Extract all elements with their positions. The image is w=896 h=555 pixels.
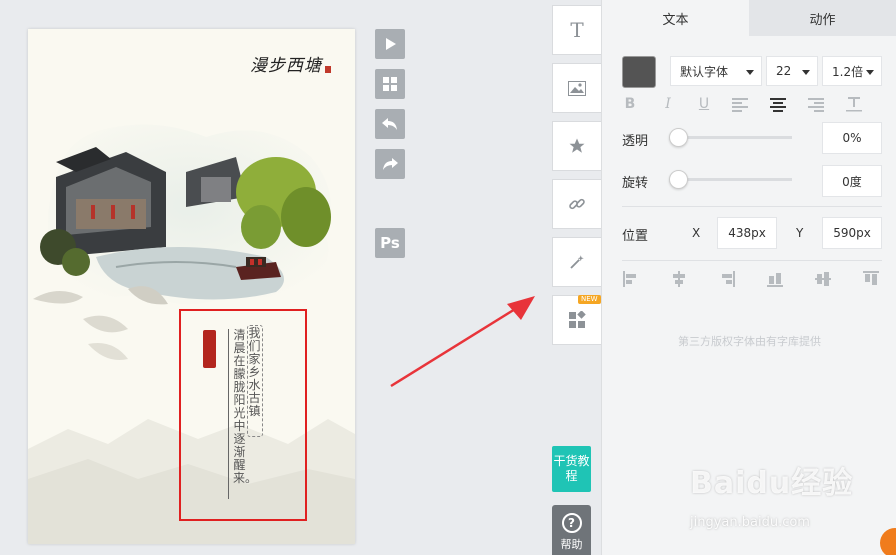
align-right-icon[interactable] <box>806 98 826 112</box>
poster-title[interactable]: 漫步西塘 <box>250 51 322 76</box>
font-copyright-note: 第三方版权字体由有字库提供 <box>678 335 821 348</box>
rotation-slider[interactable] <box>669 170 792 189</box>
opacity-label: 透明 <box>622 134 649 149</box>
tab-text[interactable]: 文本 <box>602 0 749 36</box>
align-left-icon[interactable] <box>730 98 750 112</box>
x-position-input[interactable]: 438px <box>717 217 777 249</box>
grid-button[interactable] <box>375 69 405 99</box>
redo-button[interactable] <box>375 149 405 179</box>
text-icon: T <box>570 18 584 42</box>
line-height-select[interactable]: 1.2倍 <box>822 56 882 86</box>
link-icon <box>569 198 585 210</box>
align-v-center-icon[interactable] <box>814 270 832 288</box>
undo-button[interactable] <box>375 109 405 139</box>
design-canvas[interactable]: 漫步西塘 清晨在朦胧阳光中逐渐醒来。 我们家乡水古镇 <box>28 29 355 544</box>
align-bottom-edge-icon[interactable] <box>766 270 784 288</box>
align-center-icon[interactable] <box>768 98 788 112</box>
poster-small-seal <box>325 66 331 73</box>
tutorial-button[interactable]: 干货教程 <box>552 446 591 492</box>
y-position-input[interactable]: 590px <box>822 217 882 249</box>
image-icon <box>568 80 586 96</box>
add-effect-button[interactable] <box>552 237 602 287</box>
panel-divider <box>622 206 882 207</box>
font-size-select[interactable]: 22 <box>766 56 818 86</box>
align-top-edge-icon[interactable] <box>862 270 880 288</box>
font-color-picker[interactable] <box>622 56 656 88</box>
underline-button[interactable]: U <box>694 96 714 112</box>
add-image-button[interactable] <box>552 63 602 113</box>
redo-icon <box>383 158 398 170</box>
y-label: Y <box>796 226 804 240</box>
new-badge: NEW <box>578 295 601 304</box>
bold-button[interactable]: B <box>620 96 640 112</box>
position-label: 位置 <box>622 229 649 244</box>
align-left-edge-icon[interactable] <box>622 270 640 288</box>
annotation-arrow <box>390 296 535 388</box>
highlight-box <box>179 309 307 521</box>
vertical-text-icon[interactable] <box>844 97 864 113</box>
font-family-select[interactable]: 默认字体 <box>670 56 762 86</box>
play-icon <box>386 38 396 50</box>
add-link-button[interactable] <box>552 179 602 229</box>
rotation-label: 旋转 <box>622 176 649 191</box>
opacity-slider-handle[interactable] <box>669 128 688 147</box>
panel-tabs: 文本 动作 <box>602 0 896 36</box>
italic-button[interactable]: I <box>658 96 678 112</box>
panel-divider <box>622 260 882 261</box>
baidu-watermark-url: jingyan.baidu.com <box>690 515 810 530</box>
align-h-center-icon[interactable] <box>670 270 688 288</box>
components-icon <box>569 311 586 328</box>
preview-button[interactable] <box>375 29 405 59</box>
ps-import-button[interactable]: Ps <box>375 228 405 258</box>
grid-icon <box>383 77 397 91</box>
undo-icon <box>382 118 397 130</box>
rotation-value[interactable]: 0度 <box>822 165 882 197</box>
help-label: 帮助 <box>560 538 583 551</box>
opacity-slider[interactable] <box>669 128 792 147</box>
tab-animation[interactable]: 动作 <box>749 0 896 36</box>
add-shape-button[interactable] <box>552 121 602 171</box>
x-label: X <box>692 226 701 240</box>
add-text-button[interactable]: T <box>552 5 602 55</box>
align-right-edge-icon[interactable] <box>718 270 736 288</box>
rotation-slider-handle[interactable] <box>669 170 688 189</box>
baidu-watermark: Baidu经验 <box>690 466 854 501</box>
help-icon: ? <box>561 513 582 533</box>
star-icon <box>569 138 585 153</box>
magic-wand-icon <box>570 255 584 269</box>
help-button[interactable]: ? 帮助 <box>552 505 591 555</box>
opacity-value[interactable]: 0% <box>822 122 882 154</box>
